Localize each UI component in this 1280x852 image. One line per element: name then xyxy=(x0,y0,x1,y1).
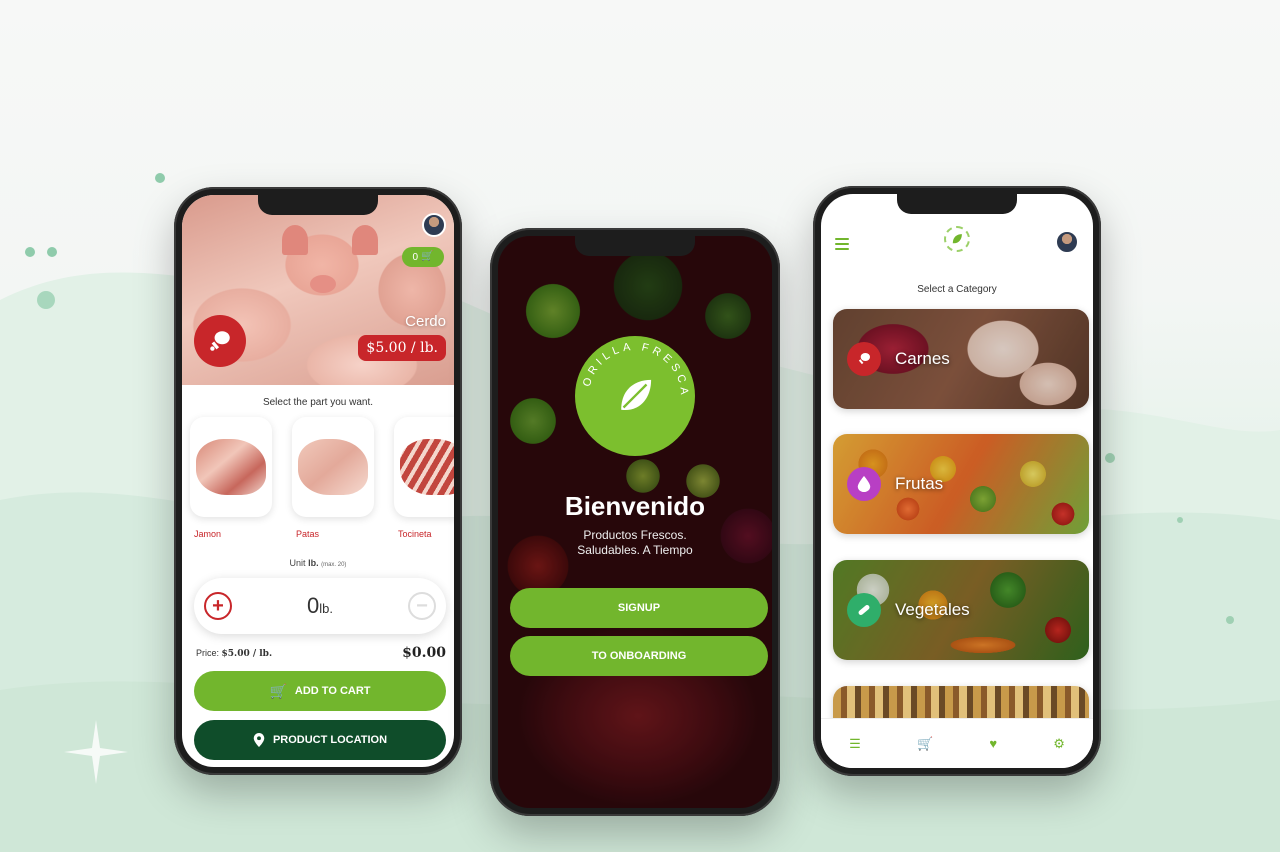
onboarding-button[interactable]: TO ONBOARDING xyxy=(510,636,768,676)
total-price: $0.00 xyxy=(402,645,446,661)
increase-quantity-button[interactable]: + xyxy=(204,592,232,620)
quantity-unit: lb. xyxy=(319,601,333,616)
add-to-cart-label: ADD TO CART xyxy=(294,685,371,697)
pig-snout xyxy=(310,275,336,293)
bottom-navigation: ☰ 🛒 ♥ ⚙ xyxy=(821,718,1093,768)
price-tag: $5.00 / lb. xyxy=(358,335,446,361)
brand-logo-small xyxy=(944,226,970,252)
unit-value: lb. xyxy=(308,558,319,568)
add-to-cart-button[interactable]: 🛒 ADD TO CART xyxy=(194,671,446,711)
drumstick-icon xyxy=(210,331,230,351)
tagline-line-2: Saludables. A Tiempo xyxy=(577,543,693,557)
part-card[interactable]: Tocineta xyxy=(394,417,454,539)
cart-icon: 🛒 xyxy=(421,251,434,262)
phone-notch xyxy=(258,195,378,215)
phone-notch xyxy=(575,236,695,256)
pickle-icon xyxy=(847,593,881,627)
tagline-line-1: Productos Frescos. xyxy=(583,528,687,542)
part-label: Patas xyxy=(296,529,320,539)
parts-carousel[interactable]: Jamon Patas Tocineta xyxy=(190,417,454,539)
price-label: Price: xyxy=(196,647,220,658)
welcome-title: Bienvenido xyxy=(564,491,706,521)
quantity-display: 0lb. xyxy=(307,593,333,619)
unit-price: Price: $5.00 / lb. xyxy=(196,648,272,659)
category-card-vegetales[interactable]: Vegetales xyxy=(833,560,1089,660)
part-image xyxy=(190,417,272,517)
gear-icon[interactable]: ⚙ xyxy=(1053,736,1065,752)
product-location-label: PRODUCT LOCATION xyxy=(272,734,388,746)
price-value: $5.00 / lb. xyxy=(221,648,273,659)
product-detail-screen: 0 🛒 Cerdo $5.00 / lb. Select the part yo… xyxy=(182,195,454,767)
category-badge xyxy=(194,315,246,367)
pig-ear xyxy=(282,225,308,255)
svg-text:ORILLA FRESCA: ORILLA FRESCA xyxy=(581,341,690,399)
category-name: Vegetales xyxy=(895,600,970,619)
top-bar xyxy=(821,224,1093,260)
drumstick-icon xyxy=(847,342,881,376)
location-pin-icon xyxy=(253,733,265,747)
unit-info: Unit lb. (max. 20) xyxy=(182,558,454,568)
price-row: Price: $5.00 / lb. $0.00 xyxy=(196,645,446,661)
part-card[interactable]: Patas xyxy=(292,417,374,539)
select-part-prompt: Select the part you want. xyxy=(262,397,374,408)
brand-logo: ORILLA FRESCA xyxy=(575,336,695,456)
select-category-prompt: Select a Category xyxy=(917,284,997,295)
welcome-screen: ORILLA FRESCA Bienvenido Productos Fresc… xyxy=(498,236,772,808)
decrease-quantity-button[interactable]: − xyxy=(407,592,436,620)
hamburger-menu-icon[interactable] xyxy=(835,238,849,253)
product-location-button[interactable]: PRODUCT LOCATION xyxy=(194,720,446,760)
category-name: Frutas xyxy=(895,474,944,493)
user-avatar[interactable] xyxy=(422,213,446,237)
category-card-carnes[interactable]: Carnes xyxy=(833,309,1089,409)
product-detail-phone: 0 🛒 Cerdo $5.00 / lb. Select the part yo… xyxy=(174,187,462,775)
cart-icon: 🛒 xyxy=(269,683,287,699)
cart-icon[interactable]: 🛒 xyxy=(917,736,933,752)
part-image xyxy=(292,417,374,517)
part-image xyxy=(394,417,454,517)
unit-label: Unit xyxy=(289,558,306,568)
product-title: Cerdo xyxy=(405,313,446,330)
leaf-icon xyxy=(952,234,962,244)
pig-ear xyxy=(352,225,378,255)
drop-icon xyxy=(847,467,881,501)
category-name: Carnes xyxy=(895,349,950,368)
brand-name: ORILLA FRESCA xyxy=(581,341,686,399)
categories-phone: Select a Category Carnes Frutas Vegetale… xyxy=(813,186,1101,776)
part-label: Tocineta xyxy=(398,529,432,539)
user-avatar[interactable] xyxy=(1055,230,1079,254)
heart-icon[interactable]: ♥ xyxy=(989,736,997,751)
unit-note: (max. 20) xyxy=(321,562,347,568)
quantity-stepper: + 0lb. − xyxy=(194,578,446,634)
welcome-tagline: Productos Frescos. Saludables. A Tiempo xyxy=(498,528,772,558)
part-card[interactable]: Jamon xyxy=(190,417,272,539)
categories-screen: Select a Category Carnes Frutas Vegetale… xyxy=(821,194,1093,768)
background-overlay xyxy=(498,236,772,808)
list-icon[interactable]: ☰ xyxy=(849,736,861,752)
category-card-frutas[interactable]: Frutas xyxy=(833,434,1089,534)
welcome-phone: ORILLA FRESCA Bienvenido Productos Fresc… xyxy=(490,228,780,816)
cart-button[interactable]: 0 🛒 xyxy=(402,247,444,267)
brand-ring: ORILLA FRESCA xyxy=(581,341,690,399)
cart-count: 0 xyxy=(412,251,419,263)
signup-button[interactable]: SIGNUP xyxy=(510,588,768,628)
part-label: Jamon xyxy=(194,529,222,539)
phone-notch xyxy=(897,194,1017,214)
quantity-value: 0 xyxy=(307,593,320,618)
